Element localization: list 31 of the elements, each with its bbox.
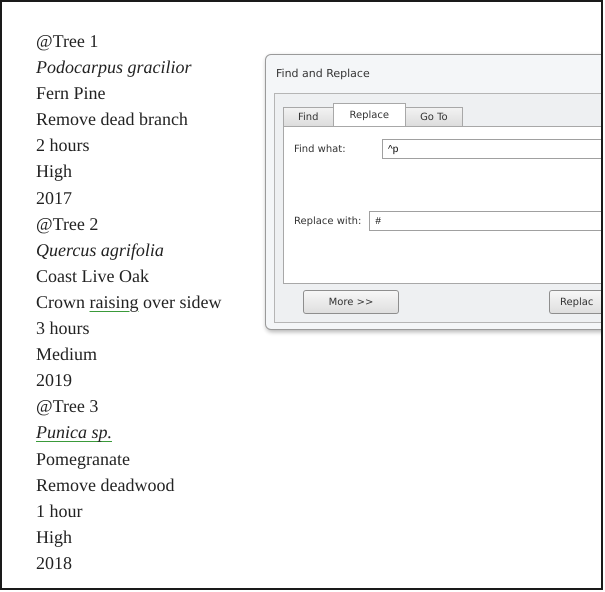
document-line: @Tree 3 (36, 395, 98, 418)
tab[interactable]: Find (283, 107, 334, 126)
field-label: Find what: (294, 144, 347, 154)
document-line: High (36, 160, 72, 184)
document-line: Coast Live Oak (36, 264, 149, 288)
field-label: Replace with: (294, 216, 362, 226)
dialog-button[interactable]: Replac (549, 290, 601, 314)
tab[interactable]: Replace (332, 103, 406, 126)
document-line: Crown raising over sidew (36, 290, 222, 314)
dialog-title: Find and Replace (275, 66, 371, 82)
dialog-button[interactable]: More >> (303, 290, 399, 314)
document-line: 2019 (36, 369, 72, 392)
document-line: 2018 (36, 552, 72, 575)
document-line: 1 hour (36, 500, 82, 523)
document-line: 3 hours (36, 317, 90, 340)
document-line: 2 hours (36, 134, 90, 158)
document-line: Podocarpus gracilior (36, 56, 192, 80)
input-field[interactable]: # (369, 211, 601, 231)
document-line: Remove deadwood (36, 474, 174, 497)
document-line: Pomegranate (36, 448, 130, 471)
document-line: Remove dead branch (36, 108, 188, 132)
input-field[interactable]: ^p (382, 139, 601, 159)
document-line: @Tree 1 (36, 30, 98, 53)
document-line: 2017 (36, 186, 72, 210)
document-line: Fern Pine (36, 82, 106, 106)
document-line: Quercus agrifolia (36, 238, 164, 262)
document-line: Medium (36, 343, 97, 366)
tab[interactable]: Go To (405, 107, 463, 126)
document-line: @Tree 2 (36, 212, 98, 236)
document-line: High (36, 526, 72, 549)
document-line: Punica sp. (36, 421, 112, 444)
